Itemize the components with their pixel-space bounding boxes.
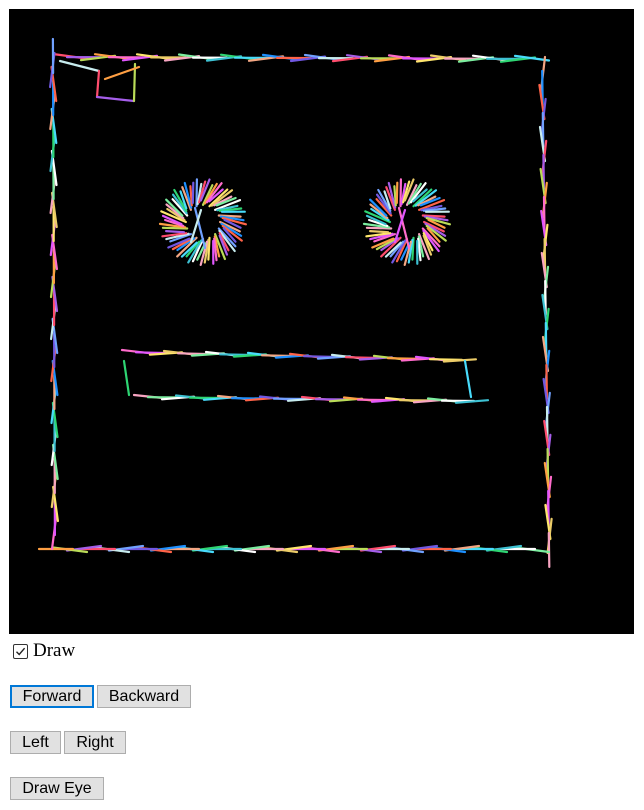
- turtle-drawing: [37, 37, 553, 569]
- trail-stroke: [191, 181, 195, 205]
- left-button[interactable]: Left: [10, 731, 61, 754]
- draw-label: Draw: [33, 640, 76, 661]
- trail-stroke: [393, 185, 397, 207]
- backward-button[interactable]: Backward: [97, 685, 191, 708]
- checkmark-icon: [16, 647, 26, 656]
- trail-stroke: [369, 230, 390, 234]
- draw-toggle[interactable]: Draw: [13, 640, 76, 661]
- trail-stroke: [95, 95, 136, 103]
- right-button[interactable]: Right: [64, 731, 126, 754]
- forward-button[interactable]: Forward: [10, 685, 94, 708]
- trail-stroke: [463, 359, 473, 399]
- draw-eye-button[interactable]: Draw Eye: [10, 777, 104, 800]
- trail-stroke: [547, 531, 551, 569]
- trail-stroke: [395, 181, 399, 205]
- trail-stroke: [95, 69, 101, 99]
- draw-checkbox[interactable]: [13, 644, 28, 659]
- trail-stroke: [165, 230, 186, 234]
- trail-stroke: [189, 185, 193, 207]
- trail-stroke: [58, 59, 101, 73]
- turtle-canvas: [9, 9, 634, 634]
- trail-stroke: [122, 359, 131, 397]
